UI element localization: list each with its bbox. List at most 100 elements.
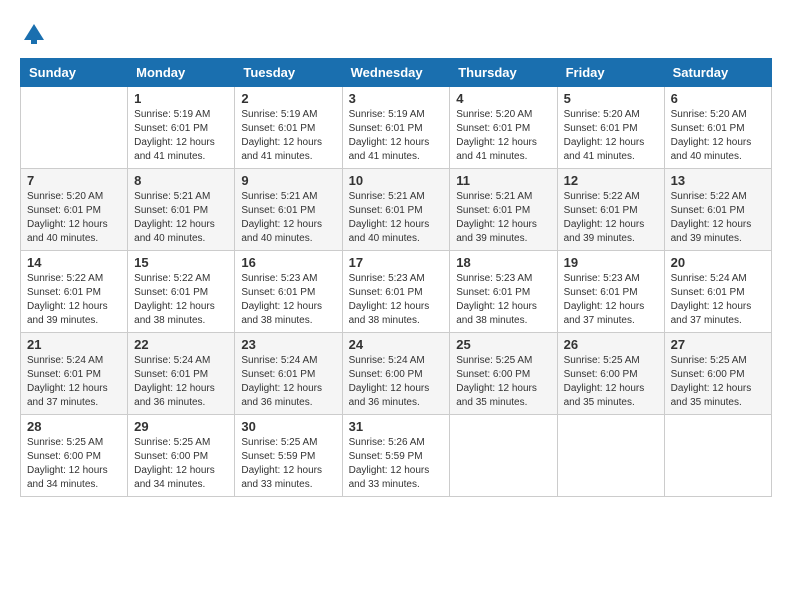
day-cell: 4 Sunrise: 5:20 AMSunset: 6:01 PMDaylight…	[450, 87, 557, 169]
week-row-1: 1 Sunrise: 5:19 AMSunset: 6:01 PMDaylight…	[21, 87, 772, 169]
weekday-header-wednesday: Wednesday	[342, 59, 450, 87]
day-number: 28	[27, 419, 121, 434]
day-info: Sunrise: 5:22 AMSunset: 6:01 PMDaylight:…	[27, 272, 121, 328]
weekday-header-friday: Friday	[557, 59, 664, 87]
day-info: Sunrise: 5:25 AMSunset: 6:00 PMDaylight:…	[456, 354, 550, 410]
day-cell: 28 Sunrise: 5:25 AMSunset: 6:00 PMDayligh…	[21, 415, 128, 497]
day-number: 5	[564, 91, 658, 106]
day-number: 8	[134, 173, 228, 188]
day-number: 24	[349, 337, 444, 352]
logo	[20, 20, 52, 48]
day-cell: 23Sunrise: 5:24 AMSunset: 6:01 PMDayligh…	[235, 333, 342, 415]
weekday-header-sunday: Sunday	[21, 59, 128, 87]
day-cell: 27Sunrise: 5:25 AMSunset: 6:00 PMDayligh…	[664, 333, 771, 415]
day-cell: 10 Sunrise: 5:21 AMSunset: 6:01 PMDayligh…	[342, 169, 450, 251]
day-number: 31	[349, 419, 444, 434]
day-cell	[21, 87, 128, 169]
day-cell	[664, 415, 771, 497]
day-number: 29	[134, 419, 228, 434]
week-row-4: 21 Sunrise: 5:24 AMSunset: 6:01 PMDayligh…	[21, 333, 772, 415]
day-cell: 19 Sunrise: 5:23 AMSunset: 6:01 PMDayligh…	[557, 251, 664, 333]
day-number: 16	[241, 255, 335, 270]
day-number: 21	[27, 337, 121, 352]
week-row-5: 28 Sunrise: 5:25 AMSunset: 6:00 PMDayligh…	[21, 415, 772, 497]
day-number: 13	[671, 173, 765, 188]
day-number: 10	[349, 173, 444, 188]
day-number: 17	[349, 255, 444, 270]
day-info: Sunrise: 5:19 AMSunset: 6:01 PMDaylight:…	[349, 108, 444, 164]
day-info: Sunrise: 5:24 AMSunset: 6:01 PMDaylight:…	[134, 354, 228, 410]
day-info: Sunrise: 5:22 AMSunset: 6:01 PMDaylight:…	[564, 190, 658, 246]
week-row-2: 7 Sunrise: 5:20 AMSunset: 6:01 PMDaylight…	[21, 169, 772, 251]
day-info: Sunrise: 5:23 AMSunset: 6:01 PMDaylight:…	[456, 272, 550, 328]
day-cell: 26 Sunrise: 5:25 AMSunset: 6:00 PMDayligh…	[557, 333, 664, 415]
day-cell: 24 Sunrise: 5:24 AMSunset: 6:00 PMDayligh…	[342, 333, 450, 415]
day-cell: 9 Sunrise: 5:21 AMSunset: 6:01 PMDaylight…	[235, 169, 342, 251]
day-info: Sunrise: 5:23 AMSunset: 6:01 PMDaylight:…	[564, 272, 658, 328]
calendar-table: SundayMondayTuesdayWednesdayThursdayFrid…	[20, 58, 772, 497]
day-info: Sunrise: 5:22 AMSunset: 6:01 PMDaylight:…	[134, 272, 228, 328]
day-info: Sunrise: 5:21 AMSunset: 6:01 PMDaylight:…	[134, 190, 228, 246]
day-info: Sunrise: 5:25 AMSunset: 6:00 PMDaylight:…	[134, 436, 228, 492]
day-cell: 5 Sunrise: 5:20 AMSunset: 6:01 PMDaylight…	[557, 87, 664, 169]
day-info: Sunrise: 5:25 AMSunset: 6:00 PMDaylight:…	[564, 354, 658, 410]
day-cell: 7 Sunrise: 5:20 AMSunset: 6:01 PMDaylight…	[21, 169, 128, 251]
day-info: Sunrise: 5:19 AMSunset: 6:01 PMDaylight:…	[134, 108, 228, 164]
day-cell: 31 Sunrise: 5:26 AMSunset: 5:59 PMDayligh…	[342, 415, 450, 497]
week-row-3: 14 Sunrise: 5:22 AMSunset: 6:01 PMDayligh…	[21, 251, 772, 333]
day-number: 12	[564, 173, 658, 188]
day-number: 19	[564, 255, 658, 270]
day-cell: 17 Sunrise: 5:23 AMSunset: 6:01 PMDayligh…	[342, 251, 450, 333]
day-info: Sunrise: 5:19 AMSunset: 6:01 PMDaylight:…	[241, 108, 335, 164]
day-number: 30	[241, 419, 335, 434]
day-cell: 21 Sunrise: 5:24 AMSunset: 6:01 PMDayligh…	[21, 333, 128, 415]
day-number: 27	[671, 337, 765, 352]
weekday-header-monday: Monday	[128, 59, 235, 87]
day-number: 11	[456, 173, 550, 188]
weekday-header-row: SundayMondayTuesdayWednesdayThursdayFrid…	[21, 59, 772, 87]
day-info: Sunrise: 5:25 AMSunset: 6:00 PMDaylight:…	[27, 436, 121, 492]
day-info: Sunrise: 5:20 AMSunset: 6:01 PMDaylight:…	[27, 190, 121, 246]
day-number: 14	[27, 255, 121, 270]
day-info: Sunrise: 5:21 AMSunset: 6:01 PMDaylight:…	[349, 190, 444, 246]
day-number: 4	[456, 91, 550, 106]
day-number: 1	[134, 91, 228, 106]
day-cell: 2Sunrise: 5:19 AMSunset: 6:01 PMDaylight…	[235, 87, 342, 169]
day-info: Sunrise: 5:20 AMSunset: 6:01 PMDaylight:…	[456, 108, 550, 164]
day-number: 9	[241, 173, 335, 188]
day-number: 3	[349, 91, 444, 106]
day-cell: 8 Sunrise: 5:21 AMSunset: 6:01 PMDaylight…	[128, 169, 235, 251]
page-header	[20, 20, 772, 48]
day-info: Sunrise: 5:24 AMSunset: 6:01 PMDaylight:…	[671, 272, 765, 328]
day-number: 18	[456, 255, 550, 270]
day-info: Sunrise: 5:23 AMSunset: 6:01 PMDaylight:…	[349, 272, 444, 328]
day-info: Sunrise: 5:20 AMSunset: 6:01 PMDaylight:…	[671, 108, 765, 164]
day-info: Sunrise: 5:25 AMSunset: 5:59 PMDaylight:…	[241, 436, 335, 492]
day-cell: 14 Sunrise: 5:22 AMSunset: 6:01 PMDayligh…	[21, 251, 128, 333]
day-number: 20	[671, 255, 765, 270]
weekday-header-tuesday: Tuesday	[235, 59, 342, 87]
day-number: 15	[134, 255, 228, 270]
day-number: 6	[671, 91, 765, 106]
day-number: 7	[27, 173, 121, 188]
day-number: 23	[241, 337, 335, 352]
day-cell: 25Sunrise: 5:25 AMSunset: 6:00 PMDayligh…	[450, 333, 557, 415]
day-info: Sunrise: 5:23 AMSunset: 6:01 PMDaylight:…	[241, 272, 335, 328]
day-number: 26	[564, 337, 658, 352]
day-cell: 16 Sunrise: 5:23 AMSunset: 6:01 PMDayligh…	[235, 251, 342, 333]
day-cell: 13 Sunrise: 5:22 AMSunset: 6:01 PMDayligh…	[664, 169, 771, 251]
day-cell: 3 Sunrise: 5:19 AMSunset: 6:01 PMDaylight…	[342, 87, 450, 169]
day-cell: 30 Sunrise: 5:25 AMSunset: 5:59 PMDayligh…	[235, 415, 342, 497]
day-info: Sunrise: 5:22 AMSunset: 6:01 PMDaylight:…	[671, 190, 765, 246]
logo-icon	[20, 20, 48, 48]
day-info: Sunrise: 5:21 AMSunset: 6:01 PMDaylight:…	[241, 190, 335, 246]
day-cell: 29 Sunrise: 5:25 AMSunset: 6:00 PMDayligh…	[128, 415, 235, 497]
weekday-header-saturday: Saturday	[664, 59, 771, 87]
day-cell	[450, 415, 557, 497]
day-info: Sunrise: 5:24 AMSunset: 6:01 PMDaylight:…	[27, 354, 121, 410]
day-info: Sunrise: 5:20 AMSunset: 6:01 PMDaylight:…	[564, 108, 658, 164]
day-info: Sunrise: 5:24 AMSunset: 6:00 PMDaylight:…	[349, 354, 444, 410]
day-info: Sunrise: 5:26 AMSunset: 5:59 PMDaylight:…	[349, 436, 444, 492]
day-cell: 15 Sunrise: 5:22 AMSunset: 6:01 PMDayligh…	[128, 251, 235, 333]
day-cell	[557, 415, 664, 497]
